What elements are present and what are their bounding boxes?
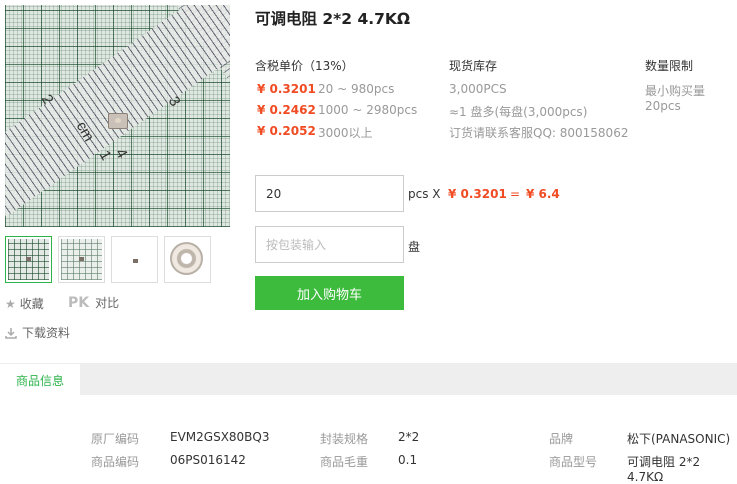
pk-icon: PK xyxy=(68,294,90,311)
favorite-link[interactable]: ★ 收藏 xyxy=(5,295,44,312)
price-tier-3: ¥ 0.2052 xyxy=(257,124,316,138)
spec-label: 原厂编码 xyxy=(91,432,140,446)
spec-value: 06PS016142 xyxy=(170,453,246,467)
price-tier-1: ¥ 0.3201 xyxy=(257,82,316,96)
spec-label: 封装规格 xyxy=(320,432,369,446)
resistor-chip xyxy=(108,113,128,129)
unit-times: pcs X xyxy=(408,187,441,201)
spec-label: 品牌 xyxy=(549,432,574,446)
spec-value: 2*2 xyxy=(398,430,420,444)
thumbnail-1[interactable] xyxy=(5,236,52,283)
quantity-input[interactable]: 20 xyxy=(255,175,404,212)
reel-input[interactable]: 按包装输入 xyxy=(255,226,404,263)
limit-header: 数量限制 xyxy=(645,59,694,73)
spec-label: 商品编码 xyxy=(91,455,140,469)
product-main-image: 2 3 cm 1 4 xyxy=(5,5,230,227)
limit-min: 最小购买量20pcs xyxy=(645,84,706,113)
product-title: 可调电阻 2*2 4.7KΩ xyxy=(255,10,411,28)
price-range-2: 1000 ~ 2980pcs xyxy=(318,103,418,117)
spec-value: 0.1 xyxy=(398,453,418,467)
spec-label: 商品型号 xyxy=(549,455,598,469)
download-icon xyxy=(5,327,17,339)
price-tier-2: ¥ 0.2462 xyxy=(257,103,316,117)
price-header: 含税单价（13%） xyxy=(255,59,354,73)
ruler-number: 4 xyxy=(111,145,131,162)
download-link[interactable]: 下载资料 xyxy=(5,324,70,341)
tab-bar xyxy=(0,363,737,395)
star-icon: ★ xyxy=(5,296,16,311)
thumbnail-2[interactable] xyxy=(58,236,105,283)
price-range-1: 20 ~ 980pcs xyxy=(318,82,395,96)
equals-sign: = xyxy=(510,187,521,201)
stock-contact: 订货请联系客服QQ: 800158062 xyxy=(449,126,629,140)
spec-value: 松下(PANASONIC) xyxy=(627,432,731,446)
reel-unit: 盘 xyxy=(408,240,421,254)
tab-product-info[interactable]: 商品信息 xyxy=(0,363,80,396)
stock-quantity: 3,000PCS xyxy=(449,82,507,96)
ruler-horizontal xyxy=(5,5,230,218)
compare-link[interactable]: PK 对比 xyxy=(68,294,119,311)
order-unit-price: ¥ 0.3201 xyxy=(448,187,507,201)
thumbnail-4[interactable] xyxy=(164,236,211,283)
order-total: ¥ 6.4 xyxy=(526,187,560,201)
price-range-3: 3000以上 xyxy=(318,126,373,140)
spec-label: 商品毛重 xyxy=(320,455,369,469)
spec-value: EVM2GSX80BQ3 xyxy=(170,430,270,444)
stock-header: 现货库存 xyxy=(449,59,498,73)
thumbnail-3[interactable] xyxy=(111,236,158,283)
stock-reel: ≈1 盘多(每盘(3,000pcs) xyxy=(449,105,588,119)
add-to-cart-button[interactable]: 加入购物车 xyxy=(255,276,404,310)
